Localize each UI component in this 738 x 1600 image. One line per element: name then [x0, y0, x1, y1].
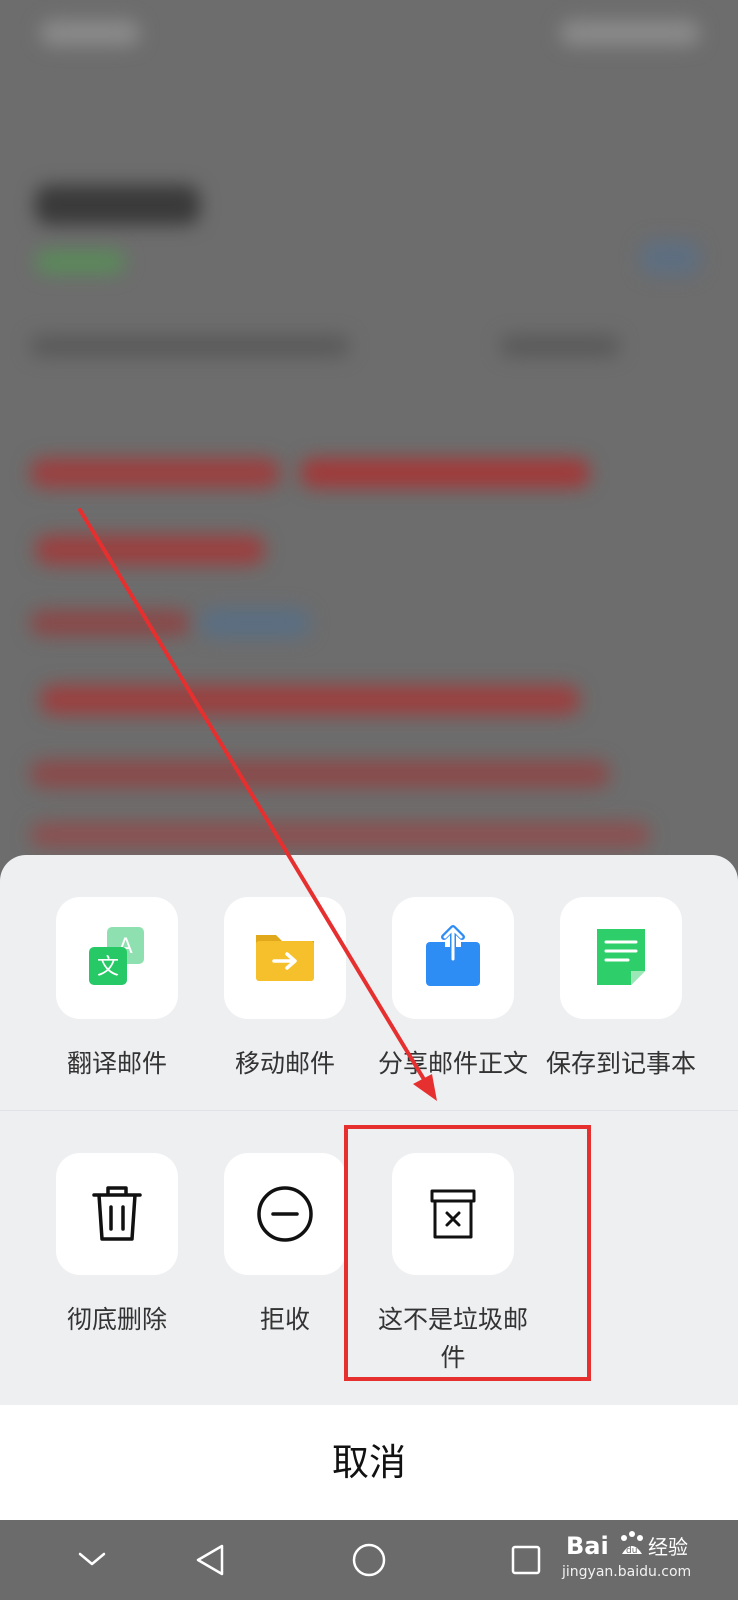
svg-text:经验: 经验 [648, 1535, 688, 1559]
watermark-url: jingyan.baidu.com [562, 1564, 692, 1580]
folder-move-icon [256, 935, 314, 981]
reject-tile [224, 1153, 346, 1275]
move-mail-label: 移动邮件 [234, 1049, 335, 1078]
share-body-label: 分享邮件正文 [377, 1049, 528, 1078]
chevron-down-icon[interactable] [52, 1520, 132, 1600]
trash-icon [92, 1186, 142, 1241]
svg-text:du: du [626, 1546, 637, 1556]
not-spam-icon [430, 1189, 476, 1239]
translate-mail-label: 翻译邮件 [66, 1049, 167, 1078]
action-row-1: A 文 翻译邮件 移动邮件 分享邮件正文 保存到记事本 [0, 855, 738, 1110]
svg-text:文: 文 [97, 955, 119, 980]
block-icon [257, 1186, 313, 1242]
share-icon [426, 925, 480, 986]
back-icon[interactable] [170, 1520, 250, 1600]
not-spam-label: 这不是垃圾邮件 [377, 1305, 528, 1372]
reject-label: 拒收 [259, 1305, 310, 1334]
baidu-logo-icon: Bai du 经验 [566, 1531, 688, 1560]
move-mail-button[interactable]: 移动邮件 [201, 897, 369, 1083]
translate-mail-button[interactable]: A 文 翻译邮件 [33, 897, 201, 1083]
not-spam-tile [392, 1153, 514, 1275]
translate-tile: A 文 [56, 897, 178, 1019]
delete-permanently-label: 彻底删除 [66, 1305, 167, 1334]
save-notepad-button[interactable]: 保存到记事本 [537, 897, 705, 1083]
translate-icon: A 文 [89, 927, 144, 985]
action-row-2: 彻底删除 拒收 这不是垃圾邮件 [0, 1110, 738, 1410]
save-notepad-label: 保存到记事本 [545, 1049, 696, 1078]
email-background [0, 0, 738, 900]
cancel-button[interactable]: 取消 [0, 1405, 738, 1520]
share-tile [392, 897, 514, 1019]
notepad-icon [597, 929, 645, 985]
share-body-button[interactable]: 分享邮件正文 [369, 897, 537, 1083]
delete-tile [56, 1153, 178, 1275]
recents-icon[interactable] [486, 1520, 566, 1600]
delete-permanently-button[interactable]: 彻底删除 [33, 1153, 201, 1339]
svg-text:Bai: Bai [566, 1532, 609, 1560]
home-icon[interactable] [329, 1520, 409, 1600]
notepad-tile [560, 897, 682, 1019]
not-spam-button[interactable]: 这不是垃圾邮件 [369, 1153, 537, 1377]
baidu-watermark: Bai du 经验 jingyan.baidu.com [562, 1528, 732, 1588]
move-tile [224, 897, 346, 1019]
reject-button[interactable]: 拒收 [201, 1153, 369, 1339]
